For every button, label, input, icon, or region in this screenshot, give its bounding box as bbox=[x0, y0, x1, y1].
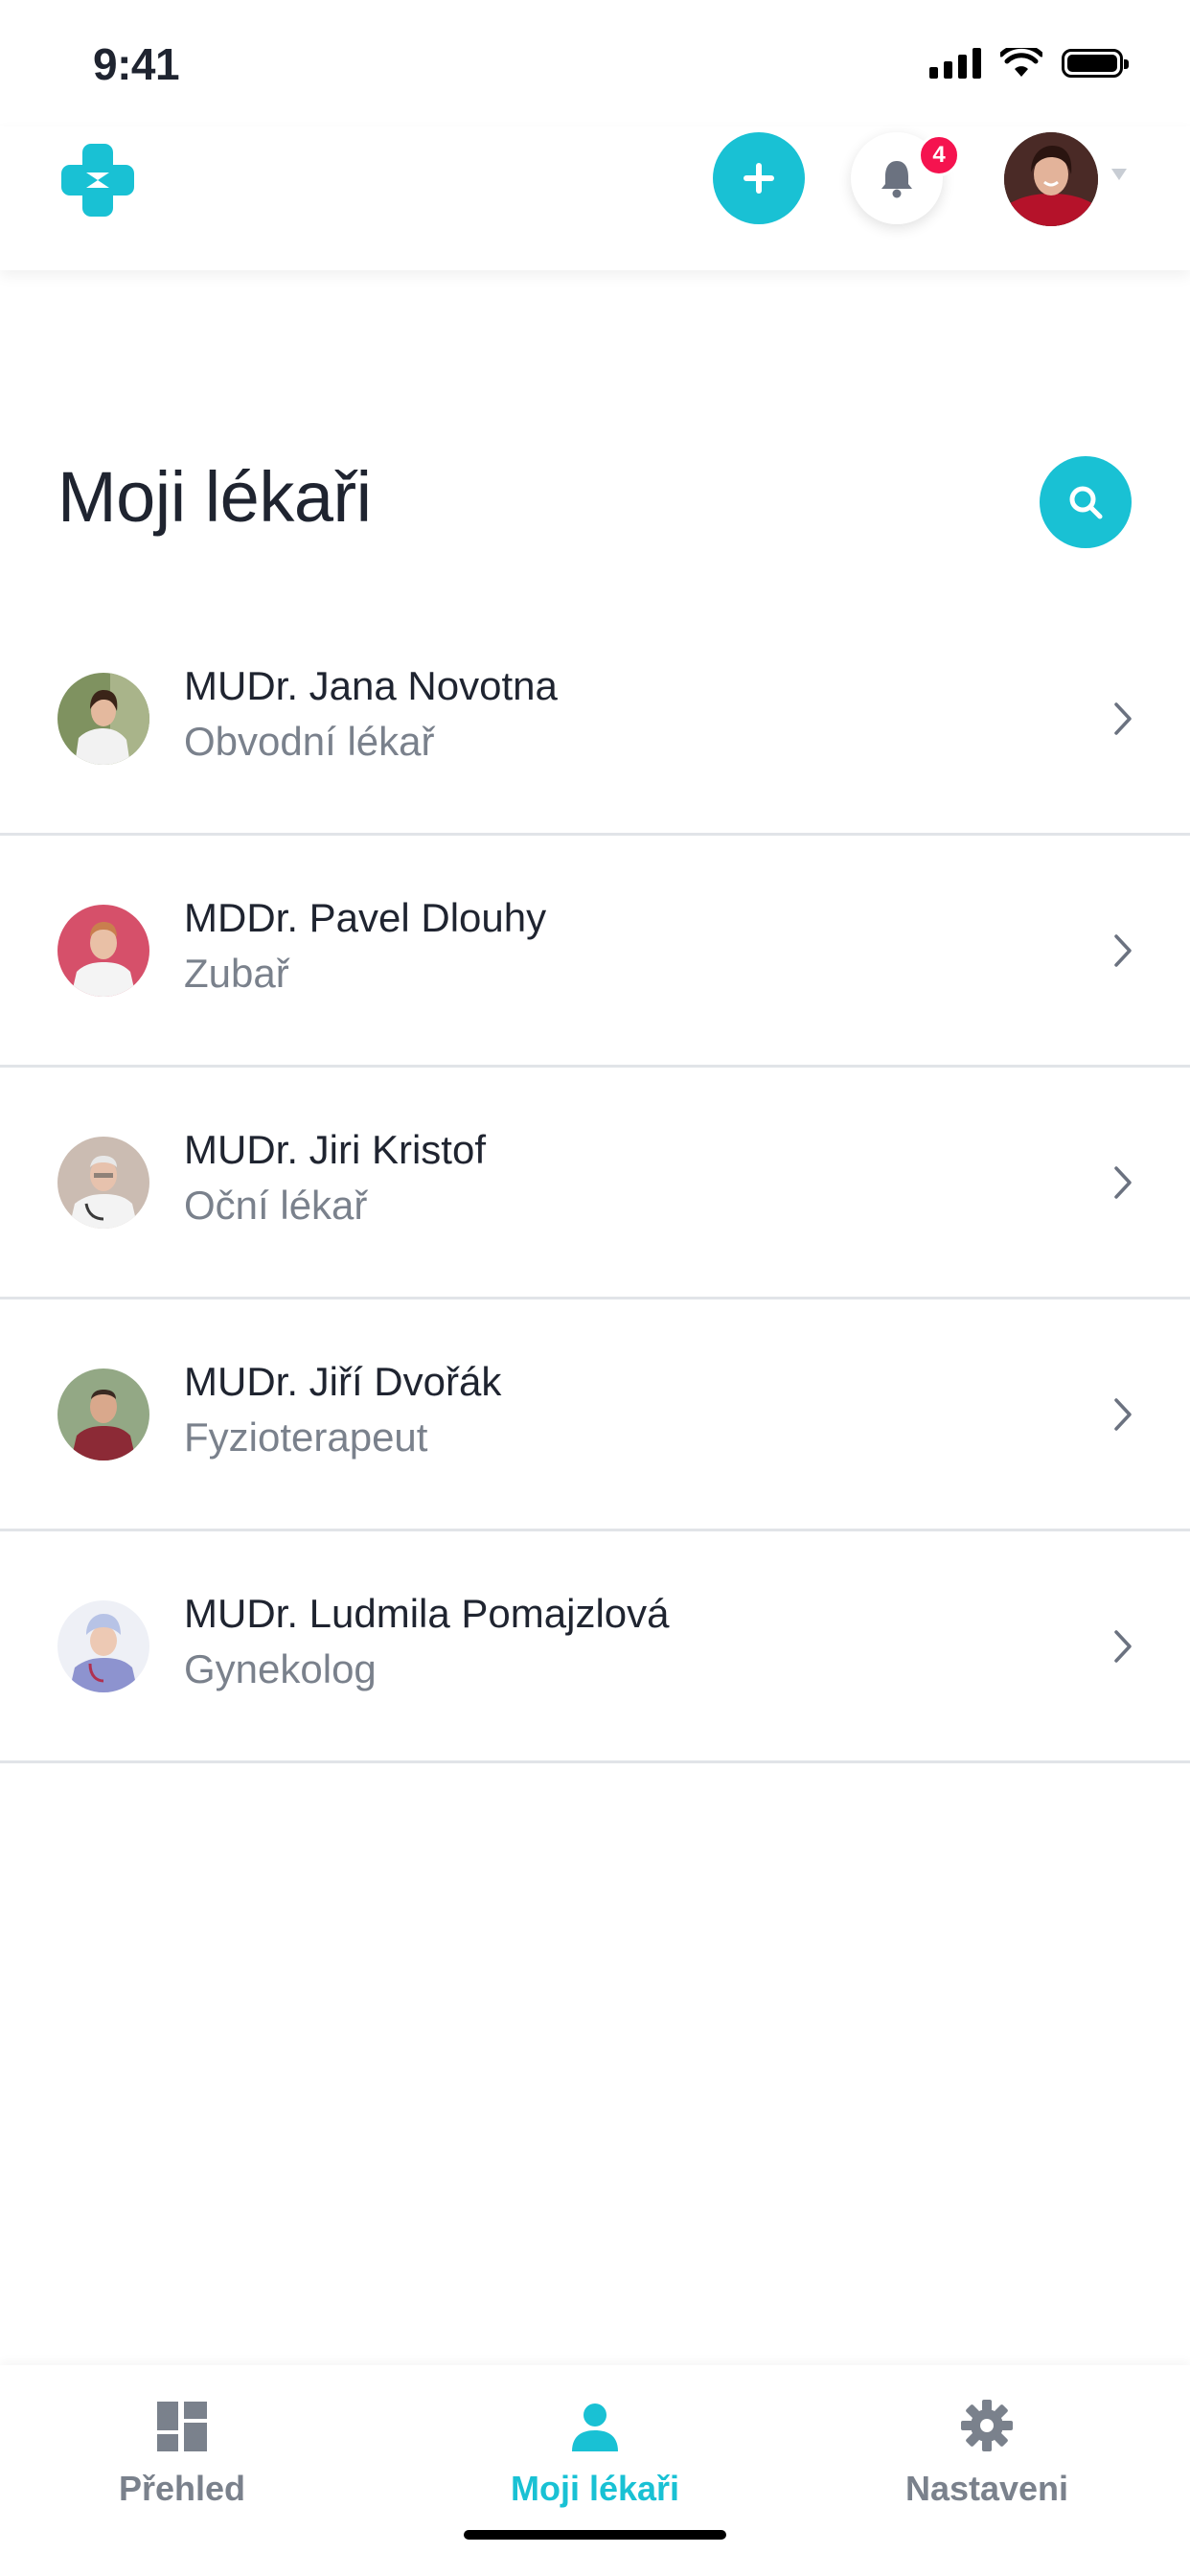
cellular-signal-icon bbox=[929, 48, 981, 79]
chevron-right-icon bbox=[1114, 934, 1132, 967]
dashboard-icon bbox=[157, 2402, 207, 2451]
doctor-name: MUDr. Jana Novotna bbox=[184, 663, 558, 708]
nav-label: Moji lékaři bbox=[510, 2469, 680, 2508]
wifi-icon bbox=[1000, 48, 1042, 77]
gear-icon bbox=[961, 2400, 1013, 2451]
status-bar: 9:41 bbox=[0, 0, 1190, 126]
doctor-name: MUDr. Jiri Kristof bbox=[184, 1127, 486, 1172]
search-icon bbox=[1069, 486, 1103, 519]
user-avatar[interactable] bbox=[1004, 132, 1098, 226]
app-header: 4 bbox=[0, 126, 1190, 270]
page-title: Moji lékaři bbox=[57, 457, 372, 537]
doctor-specialty: Gynekolog bbox=[184, 1646, 377, 1691]
chevron-down-icon[interactable] bbox=[1111, 169, 1127, 180]
notification-count-badge: 4 bbox=[918, 134, 960, 176]
doctor-specialty: Oční lékař bbox=[184, 1183, 368, 1228]
doctor-list-item[interactable]: MDDr. Pavel Dlouhy Zubař bbox=[0, 836, 1190, 1068]
nav-item-nastaveni[interactable]: Nastaveni bbox=[843, 2394, 1131, 2509]
chevron-right-icon bbox=[1114, 702, 1132, 735]
chevron-right-icon bbox=[1114, 1630, 1132, 1663]
doctor-name: MUDr. Ludmila Pomajzlová bbox=[184, 1591, 670, 1636]
search-button[interactable] bbox=[1040, 456, 1132, 548]
nav-item-moji-lekari[interactable]: Moji lékaři bbox=[451, 2394, 739, 2509]
doctor-list: MUDr. Jana Novotna Obvodní lékař MDDr. P… bbox=[0, 604, 1190, 1763]
app-logo-icon[interactable] bbox=[61, 144, 134, 221]
doctor-avatar bbox=[57, 1368, 149, 1460]
doctor-avatar bbox=[57, 905, 149, 997]
status-time: 9:41 bbox=[93, 39, 180, 89]
doctor-name: MDDr. Pavel Dlouhy bbox=[184, 895, 547, 940]
bell-icon bbox=[881, 161, 912, 198]
doctor-specialty: Obvodní lékař bbox=[184, 719, 435, 764]
doctor-avatar bbox=[57, 1137, 149, 1229]
doctor-avatar bbox=[57, 1600, 149, 1692]
battery-icon bbox=[1062, 49, 1129, 78]
doctor-list-item[interactable]: MUDr. Jana Novotna Obvodní lékař bbox=[0, 604, 1190, 836]
doctor-avatar bbox=[57, 673, 149, 765]
chevron-right-icon bbox=[1114, 1166, 1132, 1199]
add-button[interactable] bbox=[713, 132, 805, 224]
person-icon bbox=[572, 2404, 618, 2451]
plus-icon bbox=[744, 163, 774, 194]
doctor-list-item[interactable]: MUDr. Ludmila Pomajzlová Gynekolog bbox=[0, 1531, 1190, 1763]
doctor-list-item[interactable]: MUDr. Jiri Kristof Oční lékař bbox=[0, 1068, 1190, 1300]
chevron-right-icon bbox=[1114, 1398, 1132, 1431]
doctor-specialty: Zubař bbox=[184, 951, 289, 996]
nav-item-prehled[interactable]: Přehled bbox=[38, 2394, 326, 2509]
status-icons bbox=[929, 48, 1129, 79]
doctor-specialty: Fyzioterapeut bbox=[184, 1414, 428, 1460]
doctor-name: MUDr. Jiří Dvořák bbox=[184, 1359, 502, 1404]
nav-label: Nastaveni bbox=[904, 2469, 1069, 2508]
home-indicator[interactable] bbox=[464, 2530, 726, 2540]
bottom-navigation: Přehled Moji lékaři Nastaveni bbox=[0, 2365, 1190, 2576]
nav-label: Přehled bbox=[118, 2469, 246, 2508]
doctor-list-item[interactable]: MUDr. Jiří Dvořák Fyzioterapeut bbox=[0, 1300, 1190, 1531]
